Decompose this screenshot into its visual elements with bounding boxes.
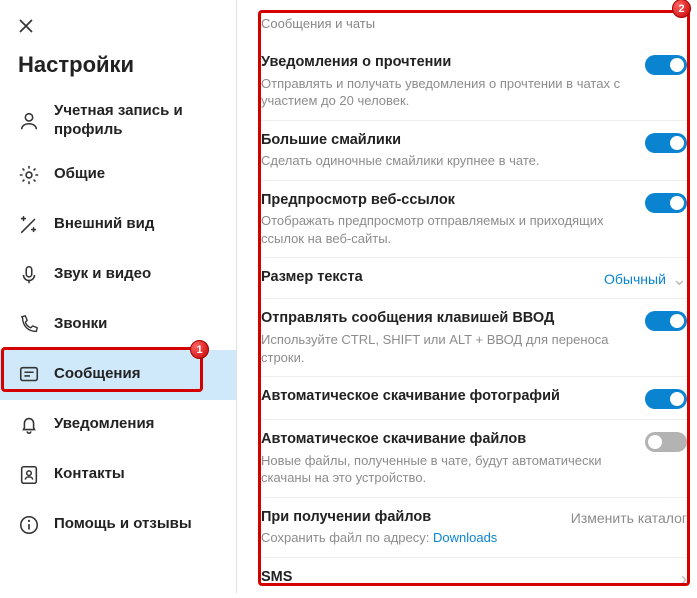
- microphone-icon: [18, 264, 40, 286]
- setting-desc: Отображать предпросмотр отправляемых и п…: [261, 212, 631, 247]
- sidebar-title: Настройки: [0, 44, 236, 92]
- sidebar-item-label: Контакты: [54, 465, 125, 484]
- setting-title: Размер текста: [261, 268, 590, 288]
- sidebar-item-label: Помощь и отзывы: [54, 515, 192, 534]
- chat-icon: [18, 364, 40, 386]
- setting-file-location: При получении файлов Сохранить файл по а…: [261, 498, 687, 558]
- sidebar-item-appearance[interactable]: Внешний вид: [0, 200, 236, 250]
- setting-title: Автоматическое скачивание фотографий: [261, 387, 631, 407]
- setting-read-receipts: Уведомления о прочтении Отправлять и пол…: [261, 43, 687, 121]
- phone-icon: [18, 314, 40, 336]
- setting-desc: Сделать одиночные смайлики крупнее в чат…: [261, 152, 631, 170]
- settings-sidebar: Настройки Учетная запись и профиль Общие…: [0, 0, 237, 593]
- info-icon: [18, 514, 40, 536]
- contacts-icon: [18, 464, 40, 486]
- setting-enter-send: Отправлять сообщения клавишей ВВОД Испол…: [261, 299, 687, 377]
- setting-large-emoji: Большие смайлики Сделать одиночные смайл…: [261, 121, 687, 181]
- section-header: Сообщения и чаты: [261, 6, 687, 43]
- file-location-prefix: Сохранить файл по адресу:: [261, 530, 433, 545]
- sidebar-item-notifications[interactable]: Уведомления: [0, 400, 236, 450]
- annotation-badge-1: 1: [190, 340, 209, 359]
- change-folder-link[interactable]: Изменить каталог: [571, 510, 687, 526]
- toggle-read-receipts[interactable]: [645, 55, 687, 75]
- sidebar-item-label: Учетная запись и профиль: [54, 102, 218, 140]
- chevron-right-icon: ›: [681, 570, 687, 588]
- chevron-down-icon: ⌄: [672, 270, 687, 288]
- sidebar-item-label: Звонки: [54, 315, 107, 334]
- toggle-auto-files[interactable]: [645, 432, 687, 452]
- sidebar-item-contacts[interactable]: Контакты: [0, 450, 236, 500]
- gear-icon: [18, 164, 40, 186]
- setting-desc: Используйте CTRL, SHIFT или ALT + ВВОД д…: [261, 331, 631, 366]
- toggle-large-emoji[interactable]: [645, 133, 687, 153]
- sidebar-item-label: Звук и видео: [54, 265, 151, 284]
- sidebar-item-help[interactable]: Помощь и отзывы: [0, 500, 236, 550]
- toggle-enter-send[interactable]: [645, 311, 687, 331]
- sidebar-item-general[interactable]: Общие: [0, 150, 236, 200]
- sidebar-item-label: Общие: [54, 165, 105, 184]
- setting-title: При получении файлов: [261, 508, 557, 528]
- setting-auto-files: Автоматическое скачивание файлов Новые ф…: [261, 420, 687, 498]
- setting-title: SMS: [261, 568, 667, 588]
- setting-title: Большие смайлики: [261, 131, 631, 151]
- sidebar-item-account[interactable]: Учетная запись и профиль: [0, 92, 236, 150]
- bell-icon: [18, 414, 40, 436]
- wand-icon: [18, 214, 40, 236]
- sidebar-item-label: Сообщения: [54, 365, 140, 384]
- person-icon: [18, 110, 40, 132]
- downloads-link[interactable]: Downloads: [433, 530, 497, 545]
- setting-auto-photos: Автоматическое скачивание фотографий: [261, 377, 687, 420]
- setting-title: Уведомления о прочтении: [261, 53, 631, 73]
- toggle-auto-photos[interactable]: [645, 389, 687, 409]
- toggle-link-preview[interactable]: [645, 193, 687, 213]
- setting-title: Отправлять сообщения клавишей ВВОД: [261, 309, 631, 329]
- setting-desc: Сохранить файл по адресу: Downloads: [261, 529, 557, 547]
- setting-desc: Отправлять и получать уведомления о проч…: [261, 75, 631, 110]
- setting-desc: Новые файлы, полученные в чате, будут ав…: [261, 452, 631, 487]
- sidebar-item-label: Уведомления: [54, 415, 154, 434]
- settings-main: Сообщения и чаты Уведомления о прочтении…: [237, 0, 697, 593]
- sidebar-item-audio-video[interactable]: Звук и видео: [0, 250, 236, 300]
- close-icon: [18, 18, 34, 34]
- setting-text-size[interactable]: Размер текста Обычный ⌄: [261, 258, 687, 299]
- close-button[interactable]: [6, 8, 46, 44]
- text-size-value[interactable]: Обычный: [604, 271, 666, 287]
- setting-title: Автоматическое скачивание файлов: [261, 430, 631, 450]
- setting-link-preview: Предпросмотр веб-ссылок Отображать предп…: [261, 181, 687, 259]
- setting-title: Предпросмотр веб-ссылок: [261, 191, 631, 211]
- sidebar-item-label: Внешний вид: [54, 215, 154, 234]
- setting-sms[interactable]: SMS ›: [261, 558, 687, 598]
